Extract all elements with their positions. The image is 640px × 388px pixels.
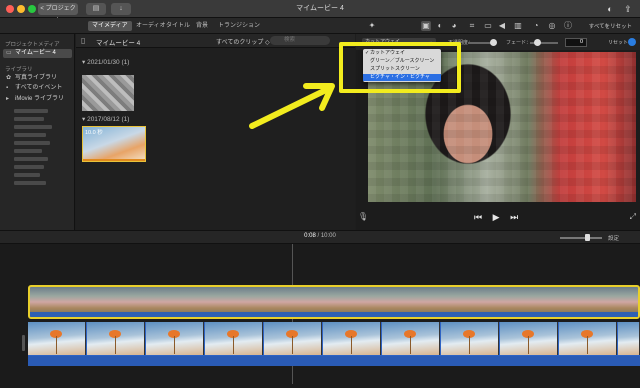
color-balance-icon[interactable]: ◐ bbox=[435, 21, 445, 31]
redacted-event[interactable] bbox=[14, 109, 48, 113]
library-sidebar: プロジェクトメディア ▭ マイムービー 4 ライブラリ ✿ 写真ライブラリ ▪ … bbox=[0, 34, 75, 230]
redacted-event[interactable] bbox=[14, 149, 42, 153]
volume-icon[interactable]: ◀ bbox=[497, 21, 507, 31]
sidebar-item-label: すべてのイベント bbox=[15, 85, 63, 91]
overlay-clip[interactable] bbox=[28, 285, 640, 319]
date-group-header[interactable]: ▾ 2021/01/30 (1) bbox=[82, 58, 129, 66]
fullscreen-icon[interactable]: ⤢ bbox=[630, 212, 636, 222]
film-icon: ▭ bbox=[6, 50, 12, 56]
info-icon[interactable]: ⓘ bbox=[563, 21, 573, 31]
browser-header: ▯ マイムービー 4 すべてのクリップ ◇ ⌕ bbox=[76, 34, 355, 48]
photos-icon: ✿ bbox=[6, 75, 12, 81]
redacted-event[interactable] bbox=[14, 141, 50, 145]
clip-frame bbox=[146, 322, 204, 355]
timeline-header: 0:08 / 10:00 設定 bbox=[0, 230, 640, 244]
redacted-event[interactable] bbox=[14, 133, 46, 137]
disclosure-triangle-icon: ▸ bbox=[6, 96, 10, 102]
project-title: マイムービー 4 bbox=[96, 40, 141, 47]
crop-icon[interactable]: ⌗ bbox=[467, 21, 477, 31]
sidebar-item-project[interactable]: ▭ マイムービー 4 bbox=[3, 49, 72, 58]
timeline-left-handle[interactable] bbox=[22, 335, 25, 351]
redacted-event[interactable] bbox=[14, 125, 52, 129]
speed-icon[interactable]: ◔ bbox=[531, 21, 541, 31]
share-icon[interactable]: ⇪ bbox=[622, 3, 634, 15]
window-title: マイムービー 4 bbox=[296, 5, 344, 12]
clip-thumbnail[interactable] bbox=[82, 75, 134, 111]
timeline-zoom-knob[interactable] bbox=[585, 234, 590, 241]
search-input[interactable] bbox=[270, 36, 330, 45]
clip-frame bbox=[441, 322, 499, 355]
clip-frame bbox=[559, 322, 617, 355]
enhance-icon[interactable]: ◐ bbox=[604, 3, 616, 15]
clip-frame bbox=[264, 322, 322, 355]
apply-checkmark-button[interactable] bbox=[628, 38, 636, 46]
microphone-icon[interactable]: 🎙 bbox=[358, 212, 368, 221]
project-media-header: プロジェクトメディア bbox=[5, 42, 60, 48]
fade-label: フェード： bbox=[506, 40, 532, 46]
clip-frame bbox=[323, 322, 381, 355]
fade-value-field[interactable]: 0 bbox=[565, 38, 587, 47]
tab-transitions[interactable]: トランジション bbox=[214, 21, 264, 31]
reset-button[interactable]: リセット bbox=[608, 39, 628, 46]
overlay-audio-strip bbox=[30, 312, 638, 317]
skip-forward-icon[interactable]: ⏭ bbox=[510, 212, 518, 222]
clip-frame bbox=[205, 322, 263, 355]
reset-all-button[interactable]: すべてをリセット bbox=[589, 22, 632, 30]
clip-frame bbox=[618, 322, 640, 355]
sidebar-item-label: マイムービー 4 bbox=[15, 50, 56, 56]
sidebar-item-imovie-library[interactable]: ▸ iMovie ライブラリ bbox=[3, 95, 72, 104]
clip-thumbnail-selected[interactable]: 10.0 秒 bbox=[82, 126, 146, 162]
timeline-settings-button[interactable]: 設定 bbox=[608, 234, 619, 242]
timecode: 0:08 / 10:00 bbox=[304, 233, 336, 239]
noise-reduction-icon[interactable]: ▥ bbox=[513, 21, 523, 31]
clip-frame bbox=[87, 322, 145, 355]
clip-filter-select[interactable]: すべてのクリップ ◇ bbox=[216, 37, 270, 46]
adjustments-toolbar: ✦ ▣ ◐ ◕ ⌗ ▭ ◀ ▥ ◔ ◎ ⓘ すべてをリセット bbox=[355, 18, 640, 34]
star-icon: ▪ bbox=[6, 85, 9, 91]
redacted-event[interactable] bbox=[14, 157, 48, 161]
redacted-event[interactable] bbox=[14, 173, 40, 177]
sidebar-item-photos[interactable]: ✿ 写真ライブラリ bbox=[3, 74, 72, 83]
clip-duration: 10.0 秒 bbox=[85, 130, 103, 136]
tab-my-media[interactable]: マイメディア bbox=[88, 21, 132, 31]
libraries-header: ライブラリ bbox=[5, 67, 33, 73]
stabilization-icon[interactable]: ▭ bbox=[483, 21, 493, 31]
annotation-arrow bbox=[249, 83, 335, 129]
sidebar-item-label: iMovie ライブラリ bbox=[15, 96, 65, 102]
primary-clip[interactable] bbox=[28, 322, 640, 366]
playback-controls: ⏮ ▶ ⏭ bbox=[474, 212, 518, 223]
sidebar-item-all-events[interactable]: ▪ すべてのイベント bbox=[3, 84, 72, 93]
redacted-event[interactable] bbox=[14, 165, 44, 169]
used-range-bar bbox=[83, 159, 145, 161]
clip-frame bbox=[28, 322, 86, 355]
disclosure-triangle-icon: ▾ bbox=[82, 116, 86, 123]
annotation-highlight-box bbox=[339, 42, 461, 93]
disclosure-triangle-icon: ▾ bbox=[82, 59, 86, 66]
title-bar: < プロジェクト ▤ ↓ マイムービー 4 ◐ ⇪ bbox=[0, 0, 640, 24]
sidebar-toggle-icon[interactable]: ▯ bbox=[81, 36, 85, 45]
media-browser: ▯ マイムービー 4 すべてのクリップ ◇ ⌕ ▾ 2021/01/30 (1)… bbox=[76, 34, 355, 230]
opacity-slider-knob[interactable] bbox=[490, 39, 497, 46]
skip-back-icon[interactable]: ⏮ bbox=[474, 212, 482, 222]
magic-wand-icon[interactable]: ✦ bbox=[367, 21, 377, 31]
color-correction-icon[interactable]: ◕ bbox=[449, 21, 459, 31]
tab-backgrounds[interactable]: 背景 bbox=[192, 21, 212, 31]
redacted-event[interactable] bbox=[14, 181, 46, 185]
play-icon[interactable]: ▶ bbox=[493, 212, 500, 222]
clip-filter-icon[interactable]: ◎ bbox=[547, 21, 557, 31]
video-overlay-icon[interactable]: ▣ bbox=[421, 21, 431, 31]
audio-waveform bbox=[28, 356, 640, 366]
clip-frame bbox=[382, 322, 440, 355]
timeline-zoom-slider[interactable] bbox=[560, 237, 602, 239]
library-tabs-bar: マイメディア オーディオ タイトル 背景 トランジション bbox=[0, 18, 355, 34]
clip-frame bbox=[500, 322, 558, 355]
tab-titles[interactable]: タイトル bbox=[162, 21, 194, 31]
sidebar-item-label: 写真ライブラリ bbox=[15, 75, 58, 81]
redacted-event[interactable] bbox=[14, 117, 44, 121]
fade-slider-knob[interactable] bbox=[534, 39, 541, 46]
date-group-header[interactable]: ▾ 2017/08/12 (1) bbox=[82, 115, 129, 123]
